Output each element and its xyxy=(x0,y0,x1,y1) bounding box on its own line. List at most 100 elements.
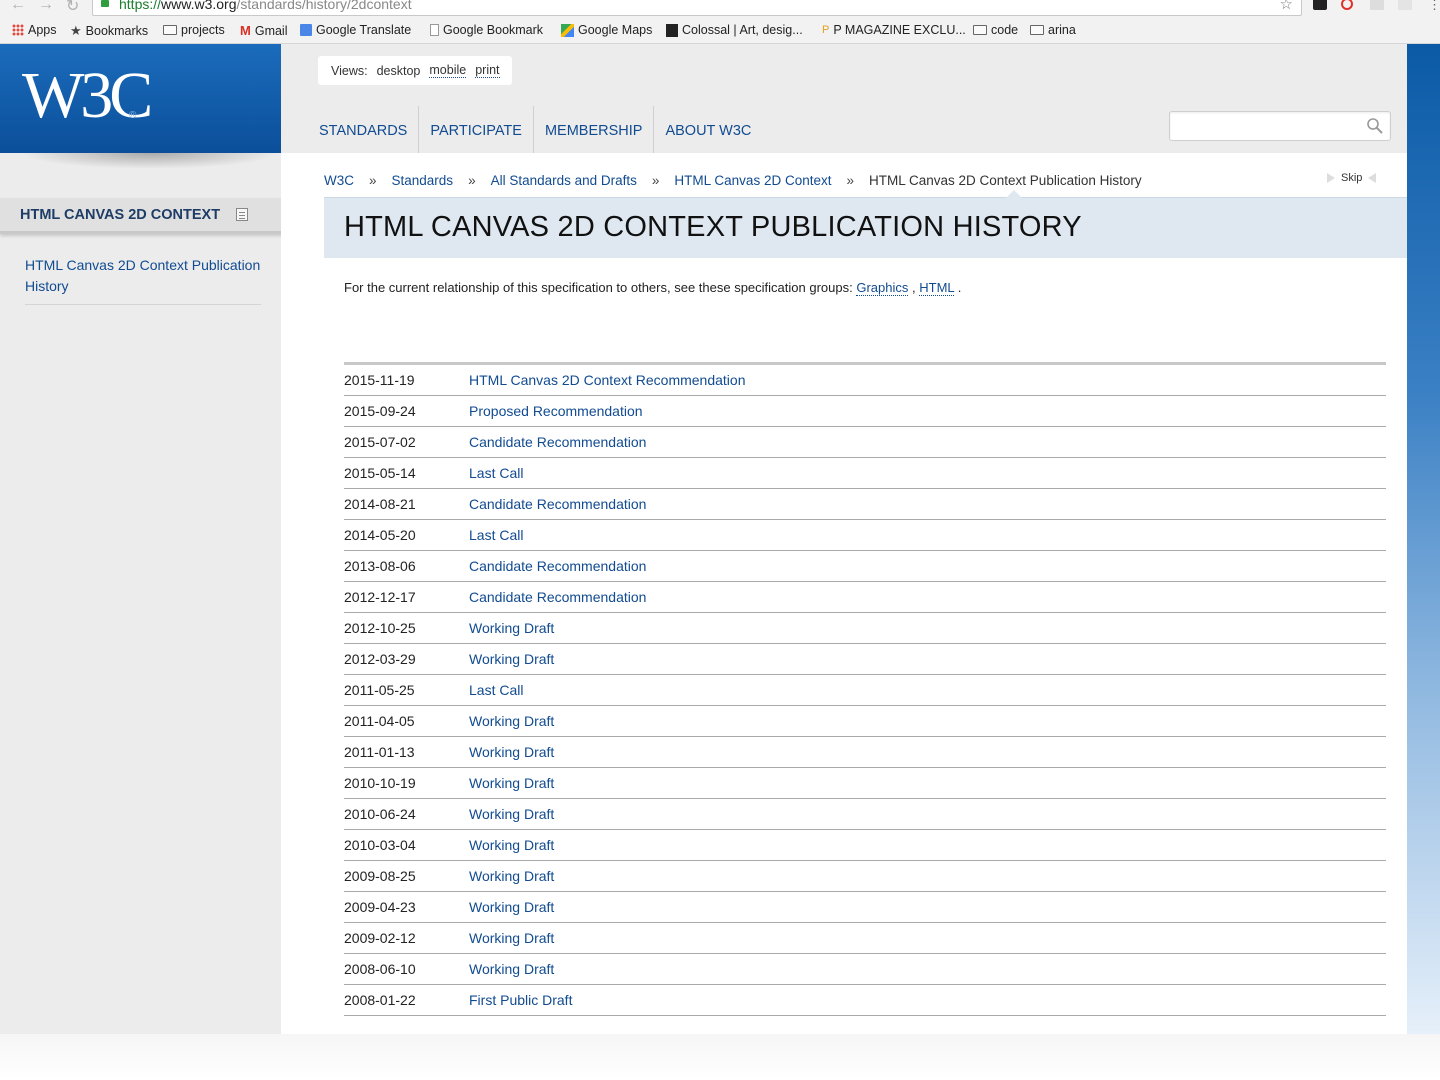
publication-date: 2011-05-25 xyxy=(344,682,415,698)
maps-icon xyxy=(561,23,574,37)
publication-status-link[interactable]: Working Draft xyxy=(469,961,554,977)
extension-icon[interactable] xyxy=(1370,0,1384,10)
url-host: www.w3.org xyxy=(161,0,237,12)
address-bar[interactable]: https://www.w3.org/standards/history/2dc… xyxy=(92,0,1302,16)
search-icon[interactable] xyxy=(1366,117,1384,135)
publication-status-link[interactable]: Working Draft xyxy=(469,775,554,791)
bookmark-label: arina xyxy=(1048,23,1076,37)
nav-participate[interactable]: PARTICIPATE xyxy=(419,106,534,157)
publication-status-link[interactable]: Working Draft xyxy=(469,899,554,915)
bookmark-star-icon[interactable]: ☆ xyxy=(1280,0,1293,13)
bookmark-apps[interactable]: Apps xyxy=(12,23,57,37)
bookmark-gmail[interactable]: M Gmail xyxy=(240,23,288,38)
html-group-link[interactable]: HTML xyxy=(919,280,955,296)
table-row: 2009-04-23 Working Draft xyxy=(344,892,1386,923)
main-nav: STANDARDS PARTICIPATE MEMBERSHIP ABOUT W… xyxy=(308,106,762,157)
collapse-icon[interactable] xyxy=(236,208,248,221)
reload-icon[interactable]: ↻ xyxy=(66,0,79,16)
nav-about-w3c[interactable]: ABOUT W3C xyxy=(654,106,762,157)
breadcrumb-separator: » xyxy=(369,173,377,188)
bookmark-google-bookmark[interactable]: Google Bookmark xyxy=(430,23,543,37)
table-row: 2012-12-17 Candidate Recommendation xyxy=(344,582,1386,613)
publication-status-link[interactable]: Candidate Recommendation xyxy=(469,496,646,512)
search-input[interactable] xyxy=(1169,111,1391,141)
extension-icon[interactable] xyxy=(1398,0,1412,10)
publication-date: 2010-10-19 xyxy=(344,775,416,791)
arrow-left-icon xyxy=(1368,173,1377,183)
forward-icon[interactable]: → xyxy=(38,0,54,14)
view-desktop-link[interactable]: desktop xyxy=(377,64,421,78)
table-row: 2010-10-19 Working Draft xyxy=(344,768,1386,799)
view-mobile-link[interactable]: mobile xyxy=(429,63,467,78)
table-row: 2011-01-13 Working Draft xyxy=(344,737,1386,768)
sidebar-item-publication-history[interactable]: HTML Canvas 2D Context Publication Histo… xyxy=(25,255,261,305)
menu-icon[interactable]: ⋮ xyxy=(1428,0,1440,13)
publication-status-link[interactable]: Candidate Recommendation xyxy=(469,589,646,605)
w3c-logo: W3C xyxy=(22,59,153,132)
film-icon xyxy=(666,23,678,37)
nav-standards[interactable]: STANDARDS xyxy=(308,106,420,157)
extension-icon[interactable] xyxy=(1313,0,1327,10)
publication-status-link[interactable]: Working Draft xyxy=(469,651,554,667)
breadcrumb-separator: » xyxy=(846,173,854,188)
bookmark-arina[interactable]: arina xyxy=(1030,23,1076,37)
page-icon xyxy=(430,24,439,36)
graphics-group-link[interactable]: Graphics xyxy=(856,280,909,296)
publication-status-link[interactable]: Working Draft xyxy=(469,930,554,946)
w3c-logo-link[interactable]: W3C ® xyxy=(0,44,281,153)
table-row: 2015-11-19 HTML Canvas 2D Context Recomme… xyxy=(344,365,1386,396)
publication-status-link[interactable]: HTML Canvas 2D Context Recommendation xyxy=(469,372,746,388)
publication-status-link[interactable]: Candidate Recommendation xyxy=(469,558,646,574)
breadcrumb-standards[interactable]: Standards xyxy=(392,173,454,188)
publication-date: 2015-11-19 xyxy=(344,372,415,388)
table-row: 2009-02-12 Working Draft xyxy=(344,923,1386,954)
publication-status-link[interactable]: Working Draft xyxy=(469,868,554,884)
nav-membership[interactable]: MEMBERSHIP xyxy=(534,106,655,157)
publication-status-link[interactable]: Working Draft xyxy=(469,837,554,853)
bookmark-p-magazine[interactable]: PP MAGAZINE EXCLU... xyxy=(822,23,966,37)
lock-icon xyxy=(101,0,109,7)
publication-status-link[interactable]: First Public Draft xyxy=(469,992,572,1008)
bookmark-code[interactable]: code xyxy=(973,23,1018,37)
breadcrumb-all-standards[interactable]: All Standards and Drafts xyxy=(491,173,637,188)
view-print-link[interactable]: print xyxy=(475,63,500,78)
publication-status-link[interactable]: Last Call xyxy=(469,682,523,698)
publication-status-link[interactable]: Last Call xyxy=(469,527,523,543)
arrow-right-icon xyxy=(1327,173,1335,183)
bookmark-bookmarks[interactable]: ★ Bookmarks xyxy=(70,23,148,39)
publication-status-link[interactable]: Last Call xyxy=(469,465,523,481)
publication-status-link[interactable]: Proposed Recommendation xyxy=(469,403,643,419)
publication-date: 2015-09-24 xyxy=(344,403,416,419)
url-path: /standards/history/2dcontext xyxy=(236,0,412,12)
breadcrumb-separator: » xyxy=(651,173,660,188)
publication-status-link[interactable]: Candidate Recommendation xyxy=(469,434,646,450)
opera-icon[interactable] xyxy=(1341,0,1353,10)
publication-date: 2012-12-17 xyxy=(344,589,416,605)
translate-icon xyxy=(300,24,312,36)
publication-date: 2011-04-05 xyxy=(344,713,415,729)
bookmark-google-maps[interactable]: Google Maps xyxy=(561,23,652,37)
right-decorative-stripe xyxy=(1407,44,1440,1034)
table-row: 2012-03-29 Working Draft xyxy=(344,644,1386,675)
folder-icon xyxy=(1030,25,1044,35)
bookmark-projects[interactable]: projects xyxy=(163,23,225,37)
skip-link[interactable]: Skip xyxy=(1327,172,1377,184)
main-content: W3C » Standards » All Standards and Draf… xyxy=(281,153,1407,1034)
breadcrumb-w3c[interactable]: W3C xyxy=(324,173,354,188)
back-icon[interactable]: ← xyxy=(10,0,26,14)
bookmark-label: Google Maps xyxy=(578,23,653,37)
table-row: 2011-04-05 Working Draft xyxy=(344,706,1386,737)
publication-status-link[interactable]: Working Draft xyxy=(469,620,554,636)
table-row: 2014-05-20 Last Call xyxy=(344,520,1386,551)
logo-shadow xyxy=(20,153,280,169)
bookmark-google-translate[interactable]: Google Translate xyxy=(300,23,411,37)
bookmark-colossal[interactable]: Colossal | Art, desig... xyxy=(666,23,803,37)
intro-comma: , xyxy=(912,280,916,295)
bookmark-label: P MAGAZINE EXCLU... xyxy=(833,23,966,37)
publication-status-link[interactable]: Working Draft xyxy=(469,744,554,760)
page-title: HTML CANVAS 2D CONTEXT PUBLICATION HISTO… xyxy=(344,211,1082,243)
publication-status-link[interactable]: Working Draft xyxy=(469,713,554,729)
publication-status-link[interactable]: Working Draft xyxy=(469,806,554,822)
breadcrumb-canvas-2d[interactable]: HTML Canvas 2D Context xyxy=(674,173,831,188)
browser-toolbar: ← → ↻ https://www.w3.org/standards/histo… xyxy=(0,0,1440,18)
